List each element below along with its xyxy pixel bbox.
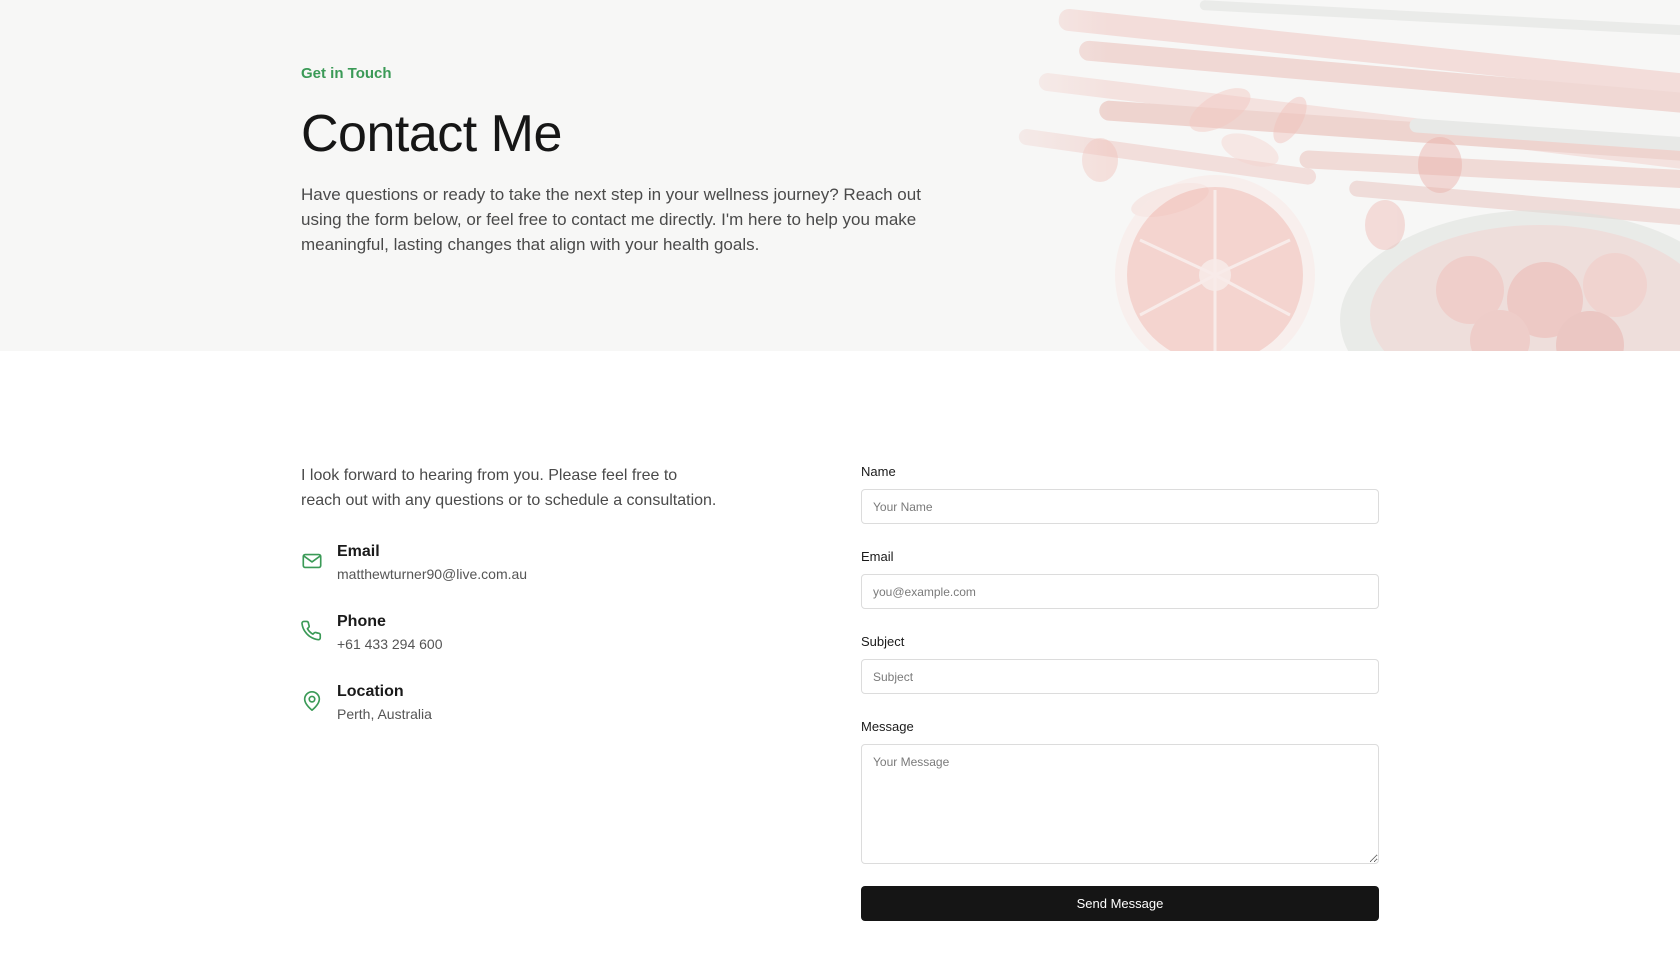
contact-label: Location [337, 683, 404, 700]
subject-field-group: Subject [861, 633, 1379, 694]
hero-eyebrow: Get in Touch [301, 65, 392, 82]
email-address[interactable]: matthewturner90@live.com.au [337, 563, 527, 585]
hero-section: Get in Touch Contact Me Have questions o… [0, 0, 1680, 351]
hero-description: Have questions or ready to take the next… [301, 185, 921, 254]
contact-label: Phone [337, 613, 386, 630]
contact-item-email: Email matthewturner90@live.com.au [301, 541, 741, 585]
message-field-group: Message [861, 718, 1379, 864]
map-pin-icon [301, 690, 323, 712]
send-message-button[interactable]: Send Message [861, 886, 1379, 921]
contact-label: Email [337, 543, 380, 560]
hero-content: Get in Touch Contact Me Have questions o… [301, 60, 961, 257]
name-label: Name [861, 464, 896, 479]
email-input[interactable] [861, 574, 1379, 609]
mail-icon [301, 550, 323, 572]
name-input[interactable] [861, 489, 1379, 524]
subject-label: Subject [861, 634, 905, 649]
contact-info: I look forward to hearing from you. Plea… [301, 463, 741, 751]
email-field-group: Email [861, 548, 1379, 609]
phone-icon [301, 620, 323, 642]
contact-form: Name Email Subject Message Send Message [861, 463, 1379, 921]
contact-intro: I look forward to hearing from you. Plea… [301, 467, 717, 509]
contact-section: I look forward to hearing from you. Plea… [0, 351, 1680, 954]
page-title: Contact Me [301, 105, 562, 163]
location-text: Perth, Australia [337, 706, 432, 722]
message-textarea[interactable] [861, 744, 1379, 864]
email-label: Email [861, 549, 894, 564]
contact-item-phone: Phone +61 433 294 600 [301, 611, 741, 655]
contact-item-location: Location Perth, Australia [301, 681, 741, 725]
phone-number[interactable]: +61 433 294 600 [337, 633, 443, 655]
subject-input[interactable] [861, 659, 1379, 694]
message-label: Message [861, 719, 914, 734]
name-field-group: Name [861, 463, 1379, 524]
